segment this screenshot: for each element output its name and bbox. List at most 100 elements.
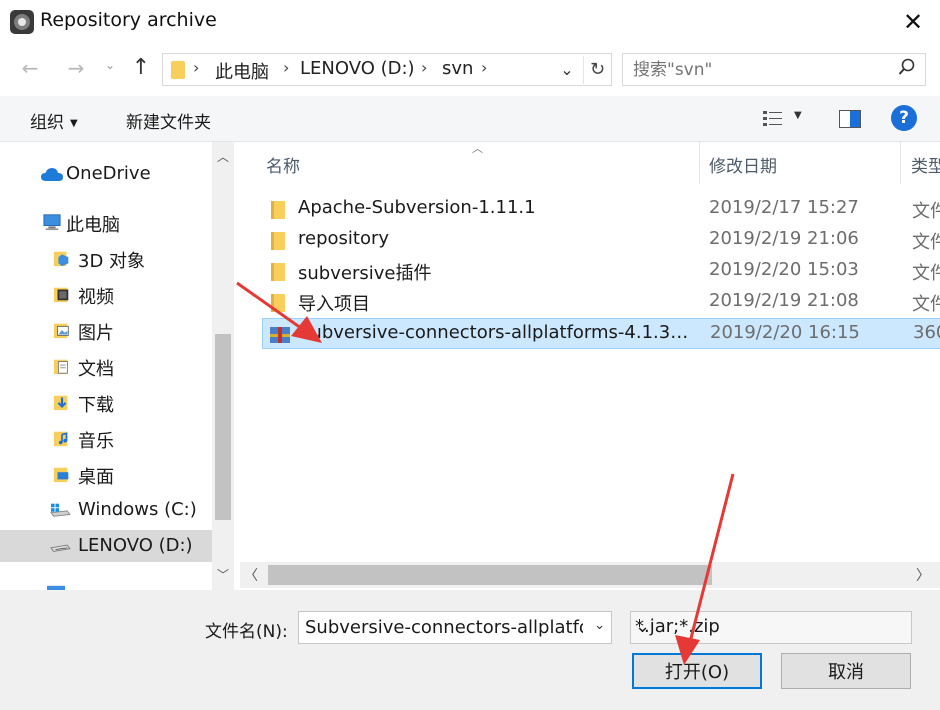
nav-item-partial[interactable] — [0, 570, 212, 590]
file-type: 文件夹 — [912, 232, 940, 253]
breadcrumb-svn[interactable]: svn — [442, 58, 473, 79]
nav-item-this-pc[interactable]: 此电脑 — [0, 206, 212, 238]
nav-item-windows-drive[interactable]: Windows (C:) — [0, 494, 212, 526]
scroll-down-chevron-icon[interactable]: ﹀ — [212, 566, 234, 583]
file-name: Subversive-connectors-allplatforms-4.1.3… — [299, 322, 689, 343]
nav-item-desktop[interactable]: 桌面 — [0, 458, 212, 490]
app-icon — [10, 10, 34, 34]
close-button[interactable]: ✕ — [892, 6, 934, 38]
scroll-right-chevron-icon[interactable]: 〉 — [916, 565, 930, 585]
window-title: Repository archive — [40, 9, 217, 31]
navigation-pane: OneDrive 此电脑 3D 对象 视频 图片 文档 下载 音乐 桌面 Win… — [0, 142, 236, 590]
horizontal-scrollbar[interactable]: 〈 〉 — [240, 562, 940, 588]
view-details-icon[interactable] — [762, 108, 784, 130]
dialog-footer — [0, 590, 940, 710]
nav-item-onedrive[interactable]: OneDrive — [0, 158, 212, 190]
nav-item-label: OneDrive — [66, 163, 151, 184]
folder-icon — [171, 61, 185, 79]
file-name: 导入项目 — [298, 294, 370, 315]
nav-item-label: Windows (C:) — [78, 499, 197, 520]
breadcrumb-lenovo-drive[interactable]: LENOVO (D:) — [300, 58, 415, 79]
new-folder-button[interactable]: 新建文件夹 — [126, 108, 211, 133]
nav-item-music[interactable]: 音乐 — [0, 422, 212, 454]
organize-label: 组织 — [30, 113, 64, 133]
file-name: Apache-Subversion-1.11.1 — [298, 197, 536, 218]
breadcrumb-separator[interactable]: › — [193, 58, 199, 77]
windows-drive-icon — [50, 503, 71, 517]
filename-input[interactable] — [303, 615, 585, 640]
scroll-up-chevron-icon[interactable]: ︿ — [212, 148, 234, 165]
column-divider[interactable] — [699, 142, 700, 184]
computer-icon — [43, 214, 61, 231]
view-options-caret-icon[interactable]: ▼ — [794, 110, 802, 121]
file-type: 文件夹 — [912, 201, 940, 222]
file-row[interactable]: subversive插件 2019/2/20 15:03 文件夹 — [262, 256, 940, 287]
open-button[interactable]: 打开(O) — [632, 653, 762, 689]
nav-item-label: 桌面 — [78, 467, 114, 488]
file-date: 2019/2/19 21:08 — [709, 290, 859, 311]
back-button[interactable]: ← — [16, 56, 44, 84]
nav-item-pictures[interactable]: 图片 — [0, 314, 212, 346]
3d-objects-icon — [53, 251, 69, 267]
cloud-icon — [41, 168, 63, 181]
file-date: 2019/2/17 15:27 — [709, 197, 859, 218]
file-row[interactable]: Apache-Subversion-1.11.1 2019/2/17 15:27… — [262, 194, 940, 225]
address-dropdown-chevron-icon[interactable]: ⌄ — [555, 56, 579, 84]
horizontal-scrollbar-thumb[interactable] — [268, 565, 712, 585]
recent-locations-chevron-icon[interactable]: ⌄ — [100, 58, 120, 82]
breadcrumb-separator[interactable]: › — [481, 58, 487, 77]
downloads-folder-icon — [53, 395, 68, 411]
video-folder-icon — [53, 287, 69, 303]
filename-label: 文件名(N): — [205, 622, 288, 642]
breadcrumb-separator[interactable]: › — [283, 58, 289, 77]
breadcrumb-this-pc[interactable]: 此电脑 — [215, 58, 269, 84]
file-type-filter[interactable]: *.jar;*.zip ⌄ — [630, 611, 912, 644]
column-header-date[interactable]: 修改日期 — [709, 152, 777, 177]
chevron-down-icon[interactable]: ⌄ — [594, 618, 605, 633]
file-type: 文件夹 — [912, 263, 940, 284]
folder-icon — [271, 232, 285, 250]
file-row[interactable]: 导入项目 2019/2/19 21:08 文件夹 — [262, 287, 940, 318]
file-row-selected[interactable]: Subversive-connectors-allplatforms-4.1.3… — [262, 318, 940, 349]
folder-icon — [271, 201, 285, 219]
up-button[interactable]: ↑ — [128, 55, 154, 85]
nav-item-3d-objects[interactable]: 3D 对象 — [0, 242, 212, 274]
nav-item-label: 视频 — [78, 287, 114, 308]
address-bar[interactable]: › 此电脑 › LENOVO (D:) › svn › ⌄ ↻ — [162, 53, 612, 86]
breadcrumb-separator[interactable]: › — [421, 58, 427, 77]
desktop-folder-icon — [53, 467, 69, 483]
cancel-button[interactable]: 取消 — [781, 653, 911, 689]
help-icon[interactable]: ? — [891, 105, 917, 131]
pictures-folder-icon — [53, 323, 69, 339]
preview-pane-icon[interactable] — [838, 108, 862, 130]
documents-folder-icon — [53, 359, 68, 375]
file-date: 2019/2/20 15:03 — [709, 259, 859, 280]
nav-item-label: 文档 — [78, 359, 114, 380]
scroll-left-chevron-icon[interactable]: 〈 — [244, 565, 258, 585]
archive-icon — [270, 327, 290, 343]
column-header-name[interactable]: 名称 — [266, 152, 300, 177]
file-row[interactable]: repository 2019/2/19 21:06 文件夹 — [262, 225, 940, 256]
file-type: 360 — [913, 322, 940, 343]
search-input[interactable] — [631, 57, 886, 82]
nav-item-documents[interactable]: 文档 — [0, 350, 212, 382]
nav-scrollbar[interactable]: ︿ ﹀ — [212, 142, 234, 590]
column-header-type[interactable]: 类型 — [911, 152, 940, 177]
column-divider[interactable] — [900, 142, 901, 184]
drive-icon — [50, 544, 71, 552]
search-icon[interactable] — [895, 58, 919, 82]
forward-button[interactable]: → — [62, 56, 90, 84]
nav-item-label: 此电脑 — [66, 215, 120, 236]
folder-icon — [271, 263, 285, 281]
file-date: 2019/2/20 16:15 — [710, 322, 860, 343]
nav-item-lenovo-drive[interactable]: LENOVO (D:) — [0, 530, 212, 562]
nav-item-videos[interactable]: 视频 — [0, 278, 212, 310]
refresh-icon[interactable]: ↻ — [583, 56, 611, 84]
search-box[interactable] — [622, 53, 926, 86]
caret-down-icon: ▼ — [70, 117, 78, 129]
nav-item-downloads[interactable]: 下载 — [0, 386, 212, 418]
chevron-down-icon[interactable]: ⌄ — [635, 616, 905, 637]
filename-combobox[interactable]: ⌄ — [298, 611, 612, 644]
nav-scrollbar-thumb[interactable] — [215, 334, 231, 520]
organize-button[interactable]: 组织 ▼ — [30, 108, 78, 133]
